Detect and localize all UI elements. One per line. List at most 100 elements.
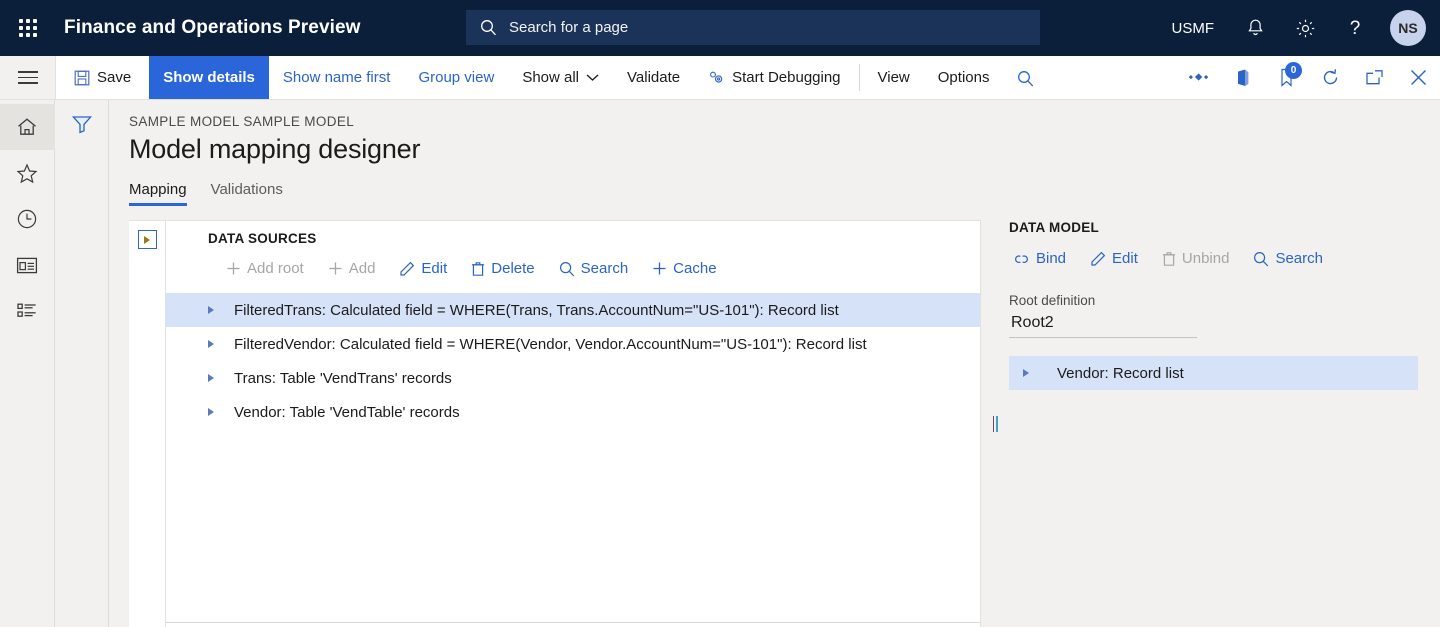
expand-caret-icon[interactable]: [208, 408, 234, 416]
global-search-box[interactable]: Search for a page: [466, 10, 1040, 45]
close-icon: [1409, 68, 1428, 87]
toolbar-search-button[interactable]: [1003, 56, 1047, 100]
pane-bottom-divider: [166, 622, 980, 623]
sidebar-item-home[interactable]: [0, 104, 55, 150]
data-model-tree: Vendor: Record list: [1009, 356, 1418, 390]
delete-data-source-button[interactable]: Delete: [459, 256, 546, 281]
bind-button[interactable]: Bind: [1001, 246, 1078, 271]
plus-icon: [226, 261, 241, 276]
expand-caret-icon[interactable]: [208, 340, 234, 348]
data-model-pane: DATA MODEL Bind Edit Unbind Search Root …: [1009, 220, 1440, 627]
top-nav-right-cluster: USMF ? NS: [1156, 0, 1440, 56]
messages-button[interactable]: 0: [1264, 56, 1308, 100]
pane-splitter[interactable]: [981, 220, 1009, 627]
svg-text:?: ?: [1350, 18, 1361, 39]
star-icon: [16, 162, 38, 184]
show-all-label: Show all: [522, 69, 580, 86]
link-icon: [1013, 252, 1030, 266]
expand-caret-icon[interactable]: [208, 374, 234, 382]
pane-collapse-rail: [129, 220, 166, 627]
save-button[interactable]: Save: [56, 56, 149, 99]
office-app-button[interactable]: [1220, 56, 1264, 100]
search-icon: [559, 261, 575, 277]
save-label: Save: [97, 69, 132, 86]
sidebar-item-recent[interactable]: [0, 196, 55, 242]
hamburger-icon: [17, 67, 38, 88]
validate-button[interactable]: Validate: [613, 56, 694, 99]
cache-button[interactable]: Cache: [640, 256, 728, 281]
tab-validations[interactable]: Validations: [211, 181, 283, 206]
data-model-heading: DATA MODEL: [1009, 220, 1099, 235]
external-link-icon: [1365, 69, 1384, 86]
refresh-button[interactable]: [1308, 56, 1352, 100]
help-button[interactable]: ?: [1330, 0, 1380, 56]
edit-label: Edit: [1112, 250, 1138, 267]
add-label: Add: [348, 260, 376, 277]
show-all-dropdown[interactable]: Show all: [508, 56, 613, 99]
toolbar-right-cluster: 0: [1176, 56, 1440, 99]
chevron-down-icon: [586, 73, 599, 82]
close-button[interactable]: [1396, 56, 1440, 100]
edit-binding-button[interactable]: Edit: [1078, 246, 1150, 271]
tree-row[interactable]: Trans: Table 'VendTrans' records: [166, 361, 980, 395]
page-tabs: Mapping Validations: [129, 181, 1440, 206]
tree-row[interactable]: Vendor: Table 'VendTable' records: [166, 395, 980, 429]
open-in-new-window-button[interactable]: [1352, 56, 1396, 100]
expand-caret-icon[interactable]: [208, 306, 234, 314]
workspace-icon: [16, 256, 38, 275]
search-data-model-button[interactable]: Search: [1241, 246, 1335, 271]
show-name-first-button[interactable]: Show name first: [269, 56, 405, 99]
tree-row-label: Trans: Table 'VendTrans' records: [234, 369, 452, 387]
unbind-label: Unbind: [1181, 250, 1230, 267]
options-menu-button[interactable]: Options: [924, 56, 1004, 99]
start-debugging-button[interactable]: Start Debugging: [694, 56, 854, 99]
trash-icon: [1162, 251, 1176, 267]
root-definition-input[interactable]: [1009, 312, 1197, 338]
search-icon: [1017, 70, 1034, 87]
sidebar-item-modules[interactable]: [0, 288, 55, 334]
app-title: Finance and Operations Preview: [64, 17, 361, 38]
navigation-menu-button[interactable]: [0, 56, 56, 99]
sidebar-item-workspaces[interactable]: [0, 242, 55, 288]
group-view-button[interactable]: Group view: [404, 56, 508, 99]
search-icon: [1253, 251, 1269, 267]
page-title: Model mapping designer: [129, 134, 421, 164]
tab-mapping[interactable]: Mapping: [129, 181, 187, 206]
data-sources-pane: DATA SOURCES Add root Add Edit Delete Se…: [166, 220, 981, 627]
list-item[interactable]: Vendor: Record list: [1009, 356, 1418, 390]
debug-gears-icon: [708, 70, 725, 85]
trash-icon: [471, 261, 485, 277]
user-avatar[interactable]: NS: [1390, 10, 1426, 46]
data-model-node-label: Vendor: Record list: [1057, 364, 1184, 382]
view-menu-button[interactable]: View: [864, 56, 924, 99]
filter-button[interactable]: [65, 108, 99, 140]
unbind-button[interactable]: Unbind: [1150, 246, 1242, 271]
show-details-button[interactable]: Show details: [149, 56, 269, 99]
settings-button[interactable]: [1280, 0, 1330, 56]
app-launcher-button[interactable]: [0, 0, 56, 56]
expand-pane-button[interactable]: [137, 230, 157, 249]
message-count-badge: 0: [1285, 61, 1302, 79]
edit-data-source-button[interactable]: Edit: [387, 256, 459, 281]
funnel-icon: [71, 114, 93, 134]
expand-caret-icon[interactable]: [1023, 369, 1057, 377]
tree-row-label: Vendor: Table 'VendTable' records: [234, 403, 460, 421]
tree-row[interactable]: FilteredTrans: Calculated field = WHERE(…: [166, 293, 980, 327]
bind-label: Bind: [1036, 250, 1067, 267]
waffle-icon: [19, 19, 37, 37]
refresh-icon: [1321, 68, 1340, 87]
personalize-button[interactable]: [1176, 56, 1220, 100]
tree-row[interactable]: FilteredVendor: Calculated field = WHERE…: [166, 327, 980, 361]
add-root-button[interactable]: Add root: [214, 256, 316, 281]
search-data-source-button[interactable]: Search: [547, 256, 641, 281]
data-sources-toolbar: Add root Add Edit Delete Search Cache: [166, 246, 980, 281]
company-selector[interactable]: USMF: [1156, 20, 1231, 37]
start-debugging-label: Start Debugging: [732, 69, 841, 86]
breadcrumb: SAMPLE MODEL SAMPLE MODEL: [129, 114, 355, 129]
filter-pane: [55, 100, 109, 627]
add-button[interactable]: Add: [316, 256, 388, 281]
sidebar-item-favorites[interactable]: [0, 150, 55, 196]
notifications-button[interactable]: [1230, 0, 1280, 56]
top-navigation-bar: Finance and Operations Preview Search fo…: [0, 0, 1440, 56]
modules-list-icon: [16, 302, 38, 320]
